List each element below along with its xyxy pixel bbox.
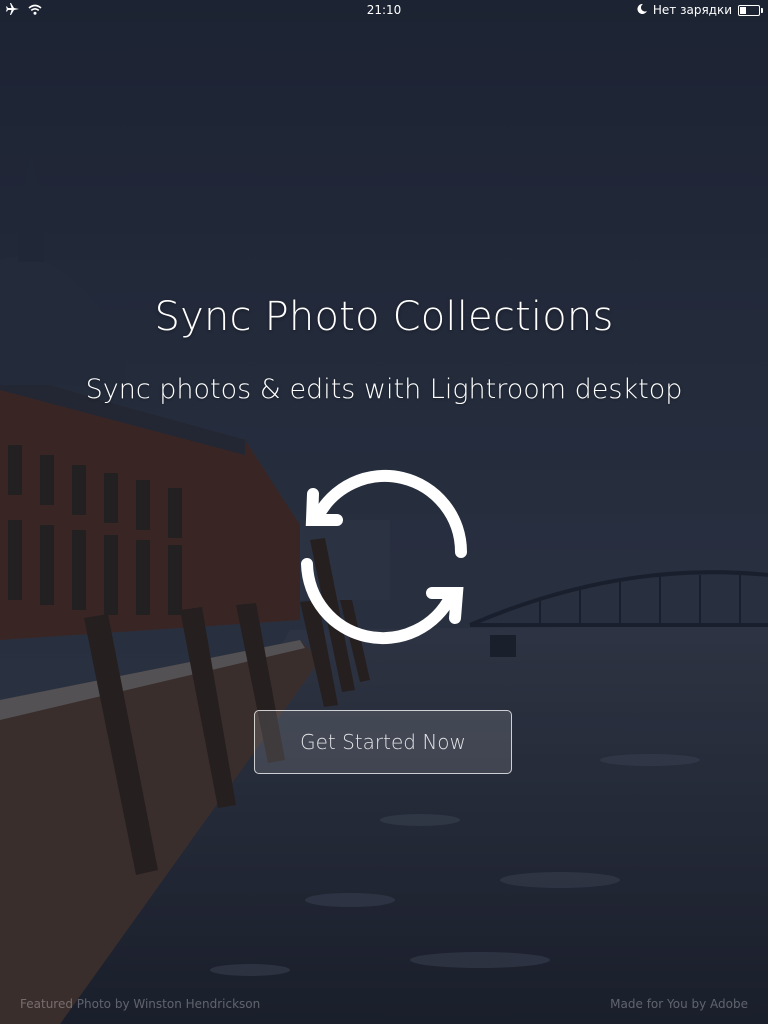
page-title: Sync Photo Collections (154, 294, 614, 340)
photo-credit: Featured Photo by Winston Hendrickson (20, 997, 261, 1011)
sync-icon (295, 466, 475, 646)
battery-icon (738, 4, 763, 16)
status-bar: 21:10 Нет зарядки (0, 0, 768, 20)
battery-level (740, 6, 746, 14)
page-subtitle: Sync photos & edits with Lightroom deskt… (85, 374, 683, 405)
footer-tagline: Made for You by Adobe (610, 997, 748, 1011)
charging-status: Нет зарядки (652, 3, 732, 17)
moon-icon (637, 3, 647, 17)
status-right: Нет зарядки (637, 3, 763, 17)
get-started-button[interactable]: Get Started Now (254, 710, 512, 774)
